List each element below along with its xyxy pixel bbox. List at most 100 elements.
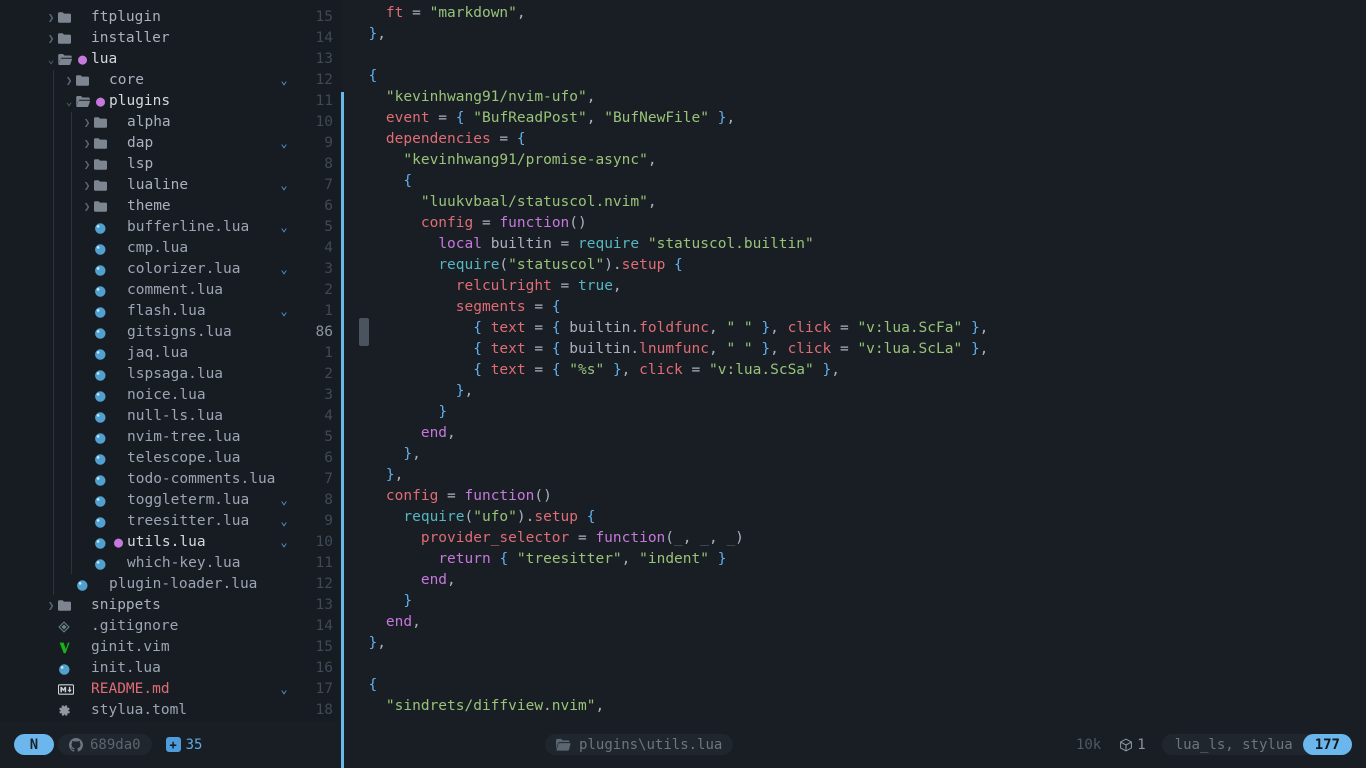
code-content[interactable]: ft = "markdown", }, { "kevinhwang91/nvim… bbox=[343, 3, 1366, 717]
fold-indicator-icon[interactable]: ⌄ bbox=[269, 175, 299, 196]
tree-item-snippets[interactable]: ❯ ●snippets 13 bbox=[0, 595, 343, 616]
tree-item-ginit-vim[interactable]: ●ginit.vim 15 bbox=[0, 637, 343, 658]
tree-item-lualine[interactable]: ❯●lualine⌄7 bbox=[0, 175, 343, 196]
code-line[interactable]: require("ufo").setup { bbox=[343, 507, 1366, 528]
chevron-right-icon[interactable]: ❯ bbox=[44, 28, 58, 49]
code-line[interactable]: return { "treesitter", "indent" } bbox=[343, 549, 1366, 570]
code-line[interactable]: { text = { builtin.foldfunc, " " }, clic… bbox=[343, 318, 1366, 339]
tree-item-treesitter-lua[interactable]: ●treesitter.lua⌄9 bbox=[0, 511, 343, 532]
code-line[interactable]: ft = "markdown", bbox=[343, 3, 1366, 24]
tree-item-gitsigns-lua[interactable]: ●gitsigns.lua 86 bbox=[0, 322, 343, 343]
tree-item-utils-lua[interactable]: ● utils.lua ⌄ 10 bbox=[0, 532, 343, 553]
code-line[interactable]: }, bbox=[343, 381, 1366, 402]
code-line[interactable]: local builtin = require "statuscol.built… bbox=[343, 234, 1366, 255]
code-line[interactable]: end, bbox=[343, 612, 1366, 633]
package-status[interactable]: 1 bbox=[1119, 737, 1146, 753]
tree-item-init-lua[interactable]: ●init.lua 16 bbox=[0, 658, 343, 679]
code-line[interactable]: require("statuscol").setup { bbox=[343, 255, 1366, 276]
tree-item-colorizer-lua[interactable]: ●colorizer.lua⌄3 bbox=[0, 259, 343, 280]
code-line[interactable]: end, bbox=[343, 423, 1366, 444]
code-line[interactable]: config = function() bbox=[343, 486, 1366, 507]
fold-indicator-icon[interactable]: ⌄ bbox=[269, 217, 299, 238]
code-line[interactable]: config = function() bbox=[343, 213, 1366, 234]
tree-item-telescope-lua[interactable]: ●telescope.lua 6 bbox=[0, 448, 343, 469]
chevron-down-icon[interactable]: ⌄ bbox=[62, 91, 76, 112]
tree-item-null-ls-lua[interactable]: ●null-ls.lua 4 bbox=[0, 406, 343, 427]
code-line[interactable]: }, bbox=[343, 444, 1366, 465]
tree-item-readme-md[interactable]: ●README.md ⌄ 17 bbox=[0, 679, 343, 700]
code-line[interactable]: { bbox=[343, 675, 1366, 696]
tree-item-lua[interactable]: ⌄ ● lua 13 bbox=[0, 49, 343, 70]
chevron-right-icon[interactable]: ❯ bbox=[80, 112, 94, 133]
tree-item-comment-lua[interactable]: ●comment.lua 2 bbox=[0, 280, 343, 301]
tree-item-which-key-lua[interactable]: ●which-key.lua 11 bbox=[0, 553, 343, 574]
code-line[interactable]: provider_selector = function(_, _, _) bbox=[343, 528, 1366, 549]
tree-item-plugins[interactable]: ⌄ ● plugins 11 bbox=[0, 91, 343, 112]
code-line[interactable]: "sindrets/diffview.nvim", bbox=[343, 696, 1366, 717]
tree-item--gitignore[interactable]: ●.gitignore 14 bbox=[0, 616, 343, 637]
chevron-right-icon[interactable]: ❯ bbox=[80, 154, 94, 175]
tree-item-jaq-lua[interactable]: ●jaq.lua 1 bbox=[0, 343, 343, 364]
chevron-right-icon[interactable]: ❯ bbox=[80, 175, 94, 196]
tree-item-toggleterm-lua[interactable]: ●toggleterm.lua⌄8 bbox=[0, 490, 343, 511]
fold-indicator-icon[interactable]: ⌄ bbox=[269, 133, 299, 154]
file-path-pill[interactable]: plugins\utils.lua bbox=[545, 734, 734, 755]
tree-item-lspsaga-lua[interactable]: ●lspsaga.lua 2 bbox=[0, 364, 343, 385]
chevron-down-icon[interactable]: ⌄ bbox=[44, 49, 58, 70]
chevron-right-icon[interactable]: ❯ bbox=[80, 133, 94, 154]
code-line[interactable]: }, bbox=[343, 465, 1366, 486]
code-line[interactable]: { text = { "%s" }, click = "v:lua.ScSa" … bbox=[343, 360, 1366, 381]
code-line[interactable]: { bbox=[343, 171, 1366, 192]
fold-indicator-icon[interactable]: ⌄ bbox=[269, 679, 299, 700]
code-line[interactable]: relculright = true, bbox=[343, 276, 1366, 297]
code-line[interactable] bbox=[343, 45, 1366, 66]
fold-indicator-icon[interactable]: ⌄ bbox=[269, 259, 299, 280]
tree-item-theme[interactable]: ❯ ●theme 6 bbox=[0, 196, 343, 217]
code-line[interactable]: end, bbox=[343, 570, 1366, 591]
chevron-right-icon[interactable]: ❯ bbox=[80, 196, 94, 217]
editor-scrollbar-thumb[interactable] bbox=[359, 318, 369, 346]
fold-indicator-icon[interactable]: ⌄ bbox=[269, 511, 299, 532]
tree-item-lsp[interactable]: ❯ ●lsp 8 bbox=[0, 154, 343, 175]
code-line[interactable]: } bbox=[343, 402, 1366, 423]
fold-indicator-icon[interactable]: ⌄ bbox=[269, 490, 299, 511]
tree-item-label: telescope.lua bbox=[127, 450, 241, 466]
code-line[interactable] bbox=[343, 654, 1366, 675]
code-line[interactable]: "kevinhwang91/promise-async", bbox=[343, 150, 1366, 171]
code-line[interactable]: event = { "BufReadPost", "BufNewFile" }, bbox=[343, 108, 1366, 129]
file-explorer-sidebar[interactable]: ❯●ftplugin15❯●installer14⌄●lua13❯●core⌄1… bbox=[0, 0, 343, 721]
fold-indicator-icon[interactable]: ⌄ bbox=[269, 70, 299, 91]
code-line[interactable]: }, bbox=[343, 633, 1366, 654]
tree-item-nvim-tree-lua[interactable]: ●nvim-tree.lua 5 bbox=[0, 427, 343, 448]
tree-item-todo-comments-lua[interactable]: ●todo-comments.lua 7 bbox=[0, 469, 343, 490]
tree-item-cmp-lua[interactable]: ●cmp.lua 4 bbox=[0, 238, 343, 259]
code-line[interactable]: segments = { bbox=[343, 297, 1366, 318]
tree-item-bufferline-lua[interactable]: ●bufferline.lua⌄5 bbox=[0, 217, 343, 238]
code-token: { bbox=[586, 509, 596, 525]
lsp-status-group[interactable]: lua_ls, stylua 177 bbox=[1161, 734, 1352, 755]
tree-item-ftplugin[interactable]: ❯ ●ftplugin 15 bbox=[0, 7, 343, 28]
tree-item-flash-lua[interactable]: ●flash.lua⌄1 bbox=[0, 301, 343, 322]
code-line[interactable]: "luukvbaal/statuscol.nvim", bbox=[343, 192, 1366, 213]
tree-item-plugin-loader-lua[interactable]: ●plugin-loader.lua 12 bbox=[0, 574, 343, 595]
code-line[interactable]: dependencies = { bbox=[343, 129, 1366, 150]
code-line[interactable]: { bbox=[343, 66, 1366, 87]
tree-item-noice-lua[interactable]: ●noice.lua 3 bbox=[0, 385, 343, 406]
fold-indicator-icon[interactable]: ⌄ bbox=[269, 532, 299, 553]
tree-item-core[interactable]: ❯ ●core ⌄ 12 bbox=[0, 70, 343, 91]
chevron-right-icon[interactable]: ❯ bbox=[44, 595, 58, 616]
code-editor-pane[interactable]: ft = "markdown", }, { "kevinhwang91/nvim… bbox=[343, 0, 1366, 721]
tree-item-dap[interactable]: ❯●dap⌄9 bbox=[0, 133, 343, 154]
code-line[interactable]: } bbox=[343, 591, 1366, 612]
code-line[interactable]: "kevinhwang91/nvim-ufo", bbox=[343, 87, 1366, 108]
code-line[interactable]: { text = { builtin.lnumfunc, " " }, clic… bbox=[343, 339, 1366, 360]
tree-item-stylua-toml[interactable]: ●stylua.toml 18 bbox=[0, 700, 343, 721]
code-line[interactable]: }, bbox=[343, 24, 1366, 45]
chevron-right-icon[interactable]: ❯ bbox=[62, 70, 76, 91]
fold-indicator-icon[interactable]: ⌄ bbox=[269, 301, 299, 322]
git-branch-pill[interactable]: 689da0 bbox=[58, 734, 152, 755]
tree-item-alpha[interactable]: ❯ ●alpha 10 bbox=[0, 112, 343, 133]
chevron-right-icon[interactable]: ❯ bbox=[44, 7, 58, 28]
tree-item-installer[interactable]: ❯ ●installer 14 bbox=[0, 28, 343, 49]
